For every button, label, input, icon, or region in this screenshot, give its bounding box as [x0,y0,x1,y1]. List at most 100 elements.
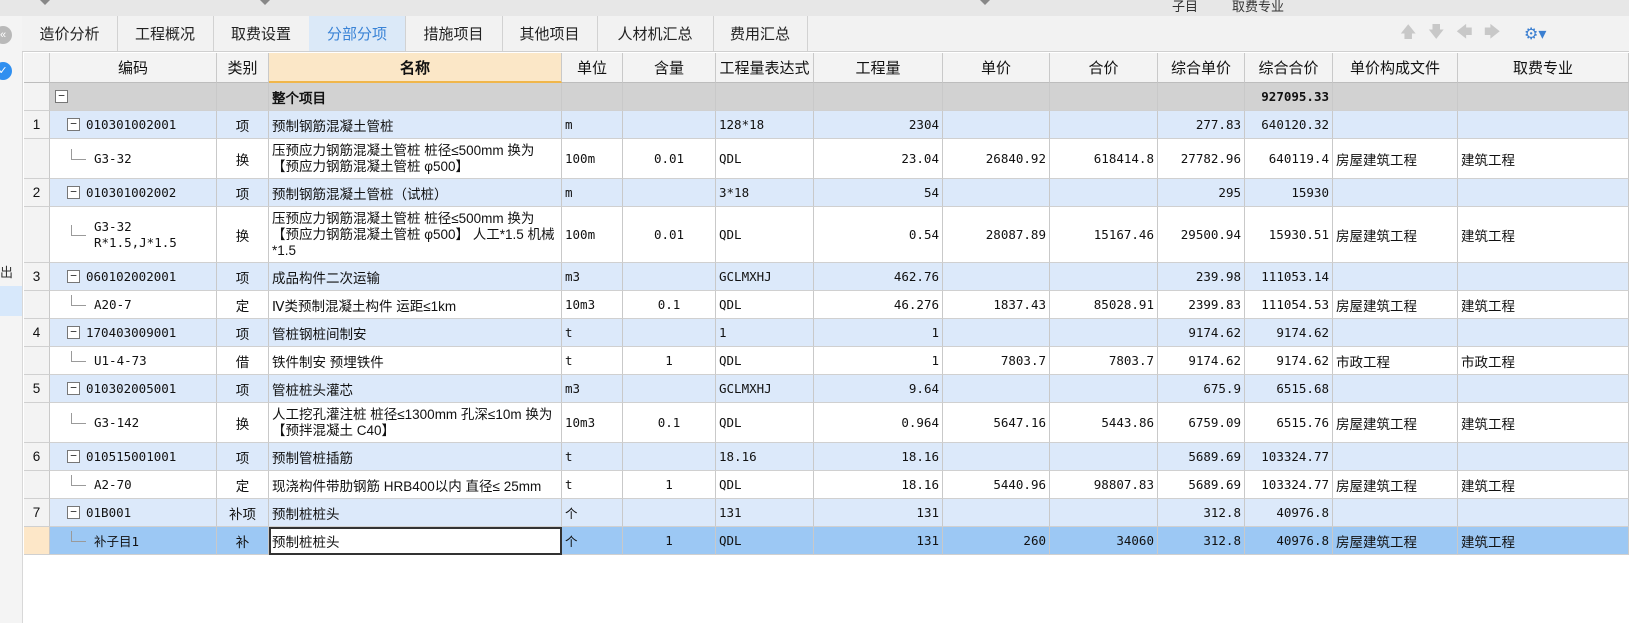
cell-fee-major[interactable] [1458,375,1629,403]
cell-unit[interactable]: t [562,443,623,471]
cell-total[interactable]: 85028.91 [1050,291,1158,319]
cell-price[interactable]: 5440.96 [943,471,1050,499]
cell-seq[interactable] [24,139,50,179]
tab-6[interactable]: 其他项目 [502,16,598,51]
sub-item-row[interactable]: G3-32 换 压预应力钢筋混凝土管桩 桩径≤500mm 换为【预应力钢筋混凝土管桩… [24,139,1629,179]
cell-comp-price[interactable]: 675.9 [1158,375,1245,403]
cell-seq[interactable]: 6 [24,443,50,471]
cell-unit[interactable]: t [562,471,623,499]
cell-comp-total[interactable]: 15930.51 [1245,207,1333,263]
cell-comp-price[interactable]: 295 [1158,179,1245,207]
cell-code[interactable]: G3-32 [50,139,217,179]
cell-name[interactable]: 压预应力钢筋混凝土管桩 桩径≤500mm 换为【预应力钢筋混凝土管桩 φ500】… [269,207,562,263]
item-row[interactable]: 1 −010301002001 项 预制钢筋混凝土管桩 m 128*18 2304 277.8… [24,111,1629,139]
cell-seq[interactable]: 4 [24,319,50,347]
cell-price-file[interactable] [1333,499,1458,527]
cell-comp-total[interactable]: 9174.62 [1245,347,1333,375]
cell-qty[interactable]: 131 [814,527,943,555]
cell-price-file[interactable]: 房屋建筑工程 [1333,403,1458,443]
tab-3[interactable]: 取费设置 [213,16,310,51]
cell-qty[interactable]: 131 [814,499,943,527]
cell-name[interactable]: 预制桩桩头 [269,527,562,555]
cell-content[interactable]: 1 [623,527,716,555]
tab-2[interactable]: 工程概况 [117,16,214,51]
cell-expr[interactable]: 18.16 [716,443,814,471]
cell-fee-major[interactable]: 建筑工程 [1458,139,1629,179]
cell-expr[interactable]: GCLMXHJ [716,263,814,291]
cell-code[interactable]: A20-7 [50,291,217,319]
cell-name[interactable]: 预制钢筋混凝土管桩（试桩） [269,179,562,207]
cell-seq[interactable] [24,83,50,111]
collapse-toggle-icon[interactable]: − [67,450,80,463]
cell-name[interactable]: 管桩桩头灌芯 [269,375,562,403]
cell-type[interactable]: 项 [217,111,269,139]
cell-fee-major[interactable] [1458,111,1629,139]
cell-expr[interactable]: QDL [716,471,814,499]
cell-price[interactable]: 28087.89 [943,207,1050,263]
column-header-unit[interactable]: 单位 [562,53,623,83]
sub-item-row[interactable]: A2-70 定 现浇构件带肋钢筋 HRB400以内 直径≤ 25mm t 1 QDL 18.… [24,471,1629,499]
column-header-seq[interactable] [24,53,50,83]
collapse-toggle-icon[interactable]: − [67,326,80,339]
cell-name[interactable]: 预制桩桩头 [269,499,562,527]
cell-comp-price[interactable]: 9174.62 [1158,319,1245,347]
cell-comp-total[interactable]: 640120.32 [1245,111,1333,139]
cell-name[interactable]: 预制管桩插筋 [269,443,562,471]
cell-seq[interactable] [24,471,50,499]
cell-price-file[interactable] [1333,83,1458,111]
cell-content[interactable] [623,263,716,291]
cell-fee-major[interactable]: 建筑工程 [1458,527,1629,555]
cell-type[interactable]: 项 [217,179,269,207]
cell-content[interactable]: 0.01 [623,207,716,263]
cell-name[interactable]: 成品构件二次运输 [269,263,562,291]
item-row[interactable]: 5 −010302005001 项 管桩桩头灌芯 m3 GCLMXHJ 9.64 675.9 6… [24,375,1629,403]
sub-item-row[interactable]: U1-4-73 借 铁件制安 预埋铁件 t 1 QDL 1 7803.7 7803.7 9174.… [24,347,1629,375]
cell-comp-price[interactable]: 5689.69 [1158,471,1245,499]
cell-unit[interactable]: 10m3 [562,291,623,319]
cell-qty[interactable]: 46.276 [814,291,943,319]
cell-seq[interactable] [24,403,50,443]
cell-comp-price[interactable]: 5689.69 [1158,443,1245,471]
cell-price[interactable] [943,263,1050,291]
cell-expr[interactable]: QDL [716,139,814,179]
settings-icon[interactable]: ⚙▾ [1524,24,1546,43]
cell-unit[interactable]: m [562,111,623,139]
cell-code[interactable]: A2-70 [50,471,217,499]
cell-unit[interactable]: 100m [562,207,623,263]
cell-unit[interactable]: m [562,179,623,207]
item-row[interactable]: 4 −170403009001 项 管桩钢桩间制安 t 1 1 9174.62 9174.62 [24,319,1629,347]
cell-total[interactable]: 98807.83 [1050,471,1158,499]
cell-comp-price[interactable]: 2399.83 [1158,291,1245,319]
cell-code[interactable]: U1-4-73 [50,347,217,375]
cell-comp-price[interactable]: 9174.62 [1158,347,1245,375]
cell-total[interactable] [1050,83,1158,111]
cell-fee-major[interactable] [1458,263,1629,291]
cell-expr[interactable] [716,83,814,111]
cell-comp-price[interactable]: 277.83 [1158,111,1245,139]
cell-seq[interactable]: 2 [24,179,50,207]
cell-expr[interactable]: GCLMXHJ [716,375,814,403]
cell-type[interactable]: 借 [217,347,269,375]
cell-comp-total[interactable]: 9174.62 [1245,319,1333,347]
cell-content[interactable]: 1 [623,347,716,375]
cell-seq[interactable]: 5 [24,375,50,403]
cell-total[interactable]: 5443.86 [1050,403,1158,443]
column-header-fee-major[interactable]: 取费专业 [1458,53,1629,83]
cell-qty[interactable]: 0.964 [814,403,943,443]
cell-code[interactable]: −170403009001 [50,319,217,347]
cell-code[interactable]: 补子目1 [50,527,217,555]
cell-type[interactable]: 换 [217,403,269,443]
cell-type[interactable]: 项 [217,263,269,291]
column-header-total[interactable]: 合价 [1050,53,1158,83]
cell-name[interactable]: 人工挖孔灌注桩 桩径≤1300mm 孔深≤10m 换为【预拌混凝土 C40】 [269,403,562,443]
cell-comp-total[interactable]: 103324.77 [1245,443,1333,471]
cell-total[interactable] [1050,179,1158,207]
cell-content[interactable] [623,179,716,207]
column-header-qty[interactable]: 工程量 [814,53,943,83]
cell-price-file[interactable] [1333,443,1458,471]
feature-icon[interactable]: ✓ [0,62,12,80]
tab-1[interactable]: 造价分析 [22,16,118,51]
cell-name[interactable]: 压预应力钢筋混凝土管桩 桩径≤500mm 换为【预应力钢筋混凝土管桩 φ500】 [269,139,562,179]
cell-unit[interactable]: 个 [562,527,623,555]
cell-fee-major[interactable]: 建筑工程 [1458,403,1629,443]
